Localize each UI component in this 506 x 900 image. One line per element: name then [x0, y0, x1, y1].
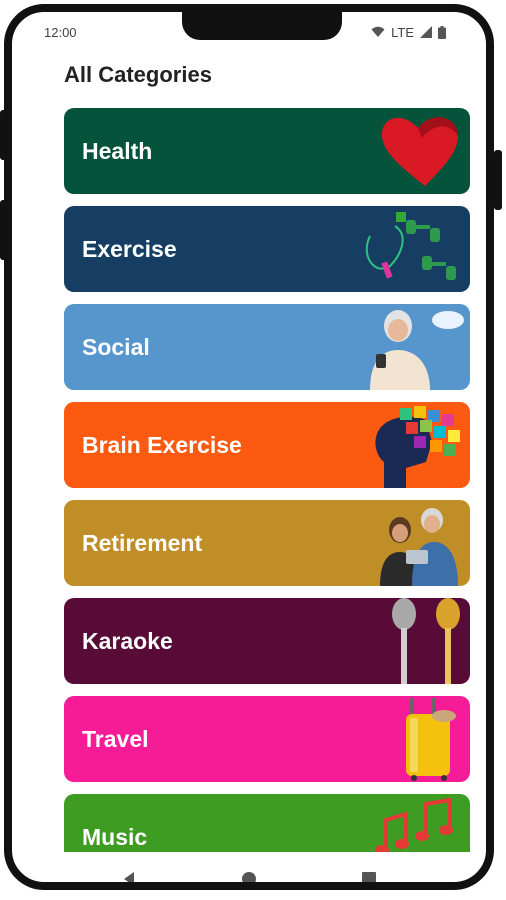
category-label: Music — [82, 823, 148, 850]
home-button[interactable] — [239, 869, 259, 882]
suitcase-icon — [406, 698, 456, 781]
phone-frame: 12:00 LTE All Categories Health Exercise… — [4, 4, 494, 890]
network-type: LTE — [391, 24, 414, 40]
back-button[interactable] — [119, 869, 139, 882]
category-label: Travel — [82, 725, 149, 752]
status-time: 12:00 — [44, 24, 77, 40]
home-icon — [242, 872, 256, 882]
category-card-health[interactable]: Health — [64, 108, 470, 194]
category-label: Social — [82, 333, 150, 360]
category-label: Exercise — [82, 235, 177, 262]
couple-icon — [380, 508, 458, 586]
brain-puzzle-icon — [375, 406, 460, 488]
dumbbell-icon — [365, 212, 456, 280]
battery-icon — [438, 25, 446, 39]
status-bar: 12:00 LTE — [44, 22, 446, 42]
music-note-icon — [375, 797, 453, 852]
power-button[interactable] — [494, 150, 502, 210]
category-card-exercise[interactable]: Exercise — [64, 206, 470, 292]
category-card-travel[interactable]: Travel — [64, 696, 470, 782]
category-list[interactable]: Health Exercise Social Brain Exercise Re… — [64, 108, 470, 852]
page-title: All Categories — [64, 62, 212, 87]
category-label: Health — [82, 137, 153, 164]
category-card-brain-exercise[interactable]: Brain Exercise — [64, 402, 470, 488]
people-icon — [370, 310, 464, 390]
category-card-retirement[interactable]: Retirement — [64, 500, 470, 586]
wifi-icon — [371, 26, 385, 37]
microphone-icon — [392, 598, 460, 684]
signal-icon — [420, 26, 432, 38]
category-card-music[interactable]: Music — [64, 794, 470, 852]
heart-icon — [381, 117, 458, 186]
category-label: Retirement — [82, 529, 203, 556]
category-card-social[interactable]: Social — [64, 304, 470, 390]
back-icon — [124, 872, 134, 882]
navigation-bar — [12, 854, 486, 882]
category-card-karaoke[interactable]: Karaoke — [64, 598, 470, 684]
category-label: Karaoke — [82, 627, 173, 654]
status-icons: LTE — [371, 25, 446, 40]
category-label: Brain Exercise — [82, 431, 242, 458]
recents-icon — [362, 872, 376, 882]
recents-button[interactable] — [359, 869, 379, 882]
